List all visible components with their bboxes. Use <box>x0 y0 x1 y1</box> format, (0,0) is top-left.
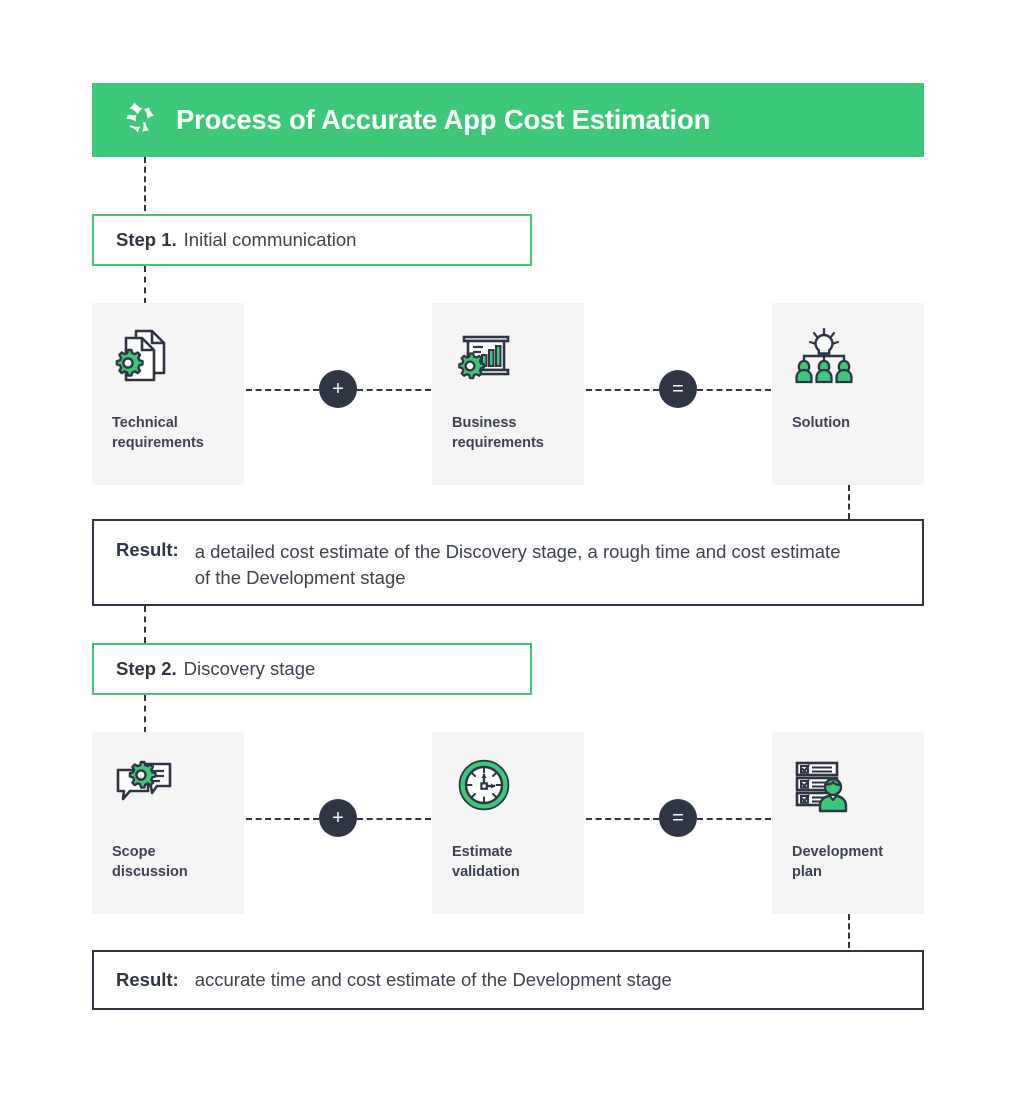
step-2-label: Discovery stage <box>183 658 316 679</box>
equals-operator-2: = <box>659 799 697 837</box>
result-label: Result: <box>116 539 179 560</box>
connector-dash-1d <box>697 389 771 391</box>
card-scope-discussion[interactable]: Scope discussion <box>92 732 244 914</box>
card-development-plan[interactable]: Development plan <box>772 732 924 914</box>
documents-gear-icon <box>115 329 166 382</box>
equals-operator-symbol: = <box>672 807 684 829</box>
card-technical-requirements[interactable]: Technical requirements <box>92 303 244 485</box>
connector-dash-1a <box>246 389 319 391</box>
presentation-chart-gear-icon <box>458 335 510 380</box>
result-text: a detailed cost estimate of the Discover… <box>194 541 841 589</box>
card-estimate-validation[interactable]: Estimate validation <box>432 732 584 914</box>
step-1-label: Initial communication <box>183 229 357 250</box>
result-label: Result: <box>116 969 179 990</box>
connector-result1-to-step2 <box>144 606 146 643</box>
checklist-person-icon <box>795 761 848 813</box>
step-1-number: Step 1. <box>116 229 177 250</box>
connector-dash-2c <box>586 818 659 820</box>
connector-dash-2d <box>697 818 771 820</box>
equals-operator-symbol: = <box>672 378 684 400</box>
step-1-box[interactable]: Step 1. Initial communication <box>92 214 532 266</box>
connector-solution-to-result1 <box>848 485 850 519</box>
team-lightbulb-icon <box>795 327 853 384</box>
card-label: Estimate validation <box>452 844 520 880</box>
plus-operator-2: + <box>319 799 357 837</box>
card-label: Business requirements <box>452 415 544 451</box>
connector-dash-2a <box>246 818 319 820</box>
equals-operator-1: = <box>659 370 697 408</box>
plus-operator-1: + <box>319 370 357 408</box>
result-text: accurate time and cost estimate of the D… <box>194 968 672 990</box>
connector-header-to-step1 <box>144 157 146 211</box>
step-2-number: Step 2. <box>116 658 177 679</box>
card-label: Scope discussion <box>112 844 188 880</box>
connector-dash-1b <box>357 389 431 391</box>
connector-plan-to-result2 <box>848 914 850 948</box>
speech-bubbles-gear-icon <box>116 760 172 801</box>
connector-step1-to-cards <box>144 266 146 304</box>
card-label: Development plan <box>792 844 884 880</box>
header-banner: Process of Accurate App Cost Estimation <box>92 83 924 157</box>
infographic-page: Process of Accurate App Cost Estimation … <box>0 0 1024 1095</box>
card-label: Solution <box>792 415 850 431</box>
card-solution[interactable]: Solution <box>772 303 924 485</box>
connector-dash-1c <box>586 389 659 391</box>
card-label: Technical requirements <box>112 415 204 451</box>
page-title: Process of Accurate App Cost Estimation <box>176 104 711 135</box>
abstract-star-logo-icon <box>126 102 154 133</box>
clock-icon <box>458 759 510 811</box>
result-box-step2: Result: accurate time and cost estimate … <box>92 950 924 1010</box>
connector-dash-2b <box>357 818 431 820</box>
card-business-requirements[interactable]: Business requirements <box>432 303 584 485</box>
result-box-step1: Result: a detailed cost estimate of the … <box>92 519 924 606</box>
connector-step2-to-cards <box>144 695 146 733</box>
plus-operator-symbol: + <box>332 378 344 400</box>
step-2-box[interactable]: Step 2. Discovery stage <box>92 643 532 695</box>
plus-operator-symbol: + <box>332 807 344 829</box>
